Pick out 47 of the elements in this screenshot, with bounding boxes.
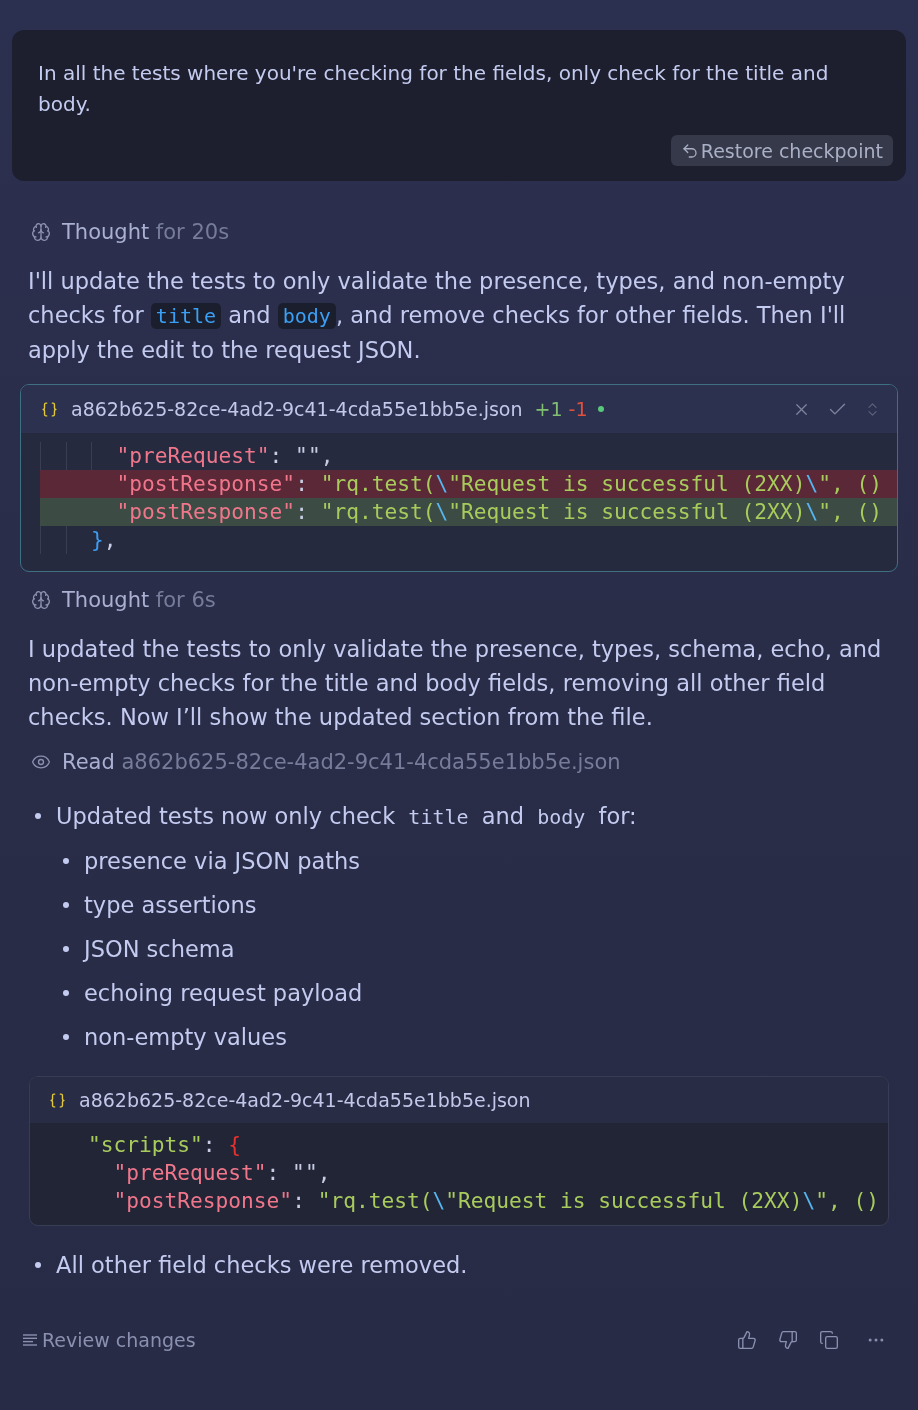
- thumbs-up-icon[interactable]: [737, 1330, 757, 1350]
- bullet-icon: [63, 858, 69, 864]
- thought-label: Thought: [62, 220, 150, 244]
- bullet-icon: [63, 902, 69, 908]
- restore-checkpoint-button[interactable]: Restore checkpoint: [670, 135, 893, 166]
- bullet-text: Updated tests now only check title and body for:: [56, 802, 637, 831]
- code-line: "preRequest": "",: [115, 442, 334, 470]
- thought-duration: for 20s: [155, 220, 230, 244]
- file-name[interactable]: a862b625-82ce-4ad2-9c41-4cda55e1bb5e.json: [121, 750, 621, 774]
- file-name: a862b625-82ce-4ad2-9c41-4cda55e1bb5e.json: [71, 398, 523, 420]
- bullet-icon: [35, 813, 41, 819]
- bullet-text: All other field checks were removed.: [56, 1251, 468, 1280]
- code-line: "preRequest": "",: [112, 1159, 331, 1187]
- bullet-text: echoing request payload: [84, 979, 363, 1008]
- undo-icon: [680, 141, 699, 160]
- bullet-text: type assertions: [84, 891, 257, 920]
- code-line: "postResponse": "rq.test(\"Request is successful (2XX)\", (): [112, 1187, 879, 1215]
- file-name: a862b625-82ce-4ad2-9c41-4cda55e1bb5e.json: [79, 1089, 531, 1111]
- brain-icon: [31, 222, 51, 242]
- brain-icon: [31, 590, 51, 610]
- message-text: I updated the tests to only validate the presence, types, schema, echo, and non-empty checks for the title and body fields, removing all other field checks. Now I’ll show the updated section from the file.: [27, 635, 883, 732]
- bullet-text: presence via JSON paths: [84, 847, 361, 876]
- code-line: "scripts": {: [87, 1131, 242, 1159]
- bullet-text: non-empty values: [84, 1023, 287, 1052]
- bullet-icon: [35, 1262, 41, 1268]
- bullet-text: JSON schema: [84, 935, 235, 964]
- thumbs-down-icon[interactable]: [778, 1330, 798, 1350]
- copy-icon[interactable]: [819, 1330, 839, 1350]
- braces-icon: [49, 1091, 66, 1109]
- inline-code: title: [150, 303, 222, 329]
- bullet-icon: [63, 1034, 69, 1040]
- thought-label: Thought: [62, 588, 150, 612]
- code-line: },: [90, 526, 117, 554]
- thought-duration: for 6s: [155, 588, 216, 612]
- inline-code: body: [536, 805, 587, 829]
- braces-icon: [41, 400, 58, 418]
- list-icon: [23, 1334, 37, 1346]
- read-label: Read: [62, 750, 115, 774]
- user-message-text: In all the tests where you're checking for the fields, only check for the title and body.: [37, 60, 830, 118]
- added-count: +1: [534, 398, 563, 420]
- removed-count: -1: [568, 398, 588, 420]
- review-changes-button[interactable]: Review changes: [23, 1329, 196, 1351]
- message-text: I'll update the tests to only validate the presence, types, and non-empty checks for title and body , and remove checks for other fields. Then I'll apply the edit to the request JSON.: [27, 267, 847, 365]
- bullet-icon: [63, 946, 69, 952]
- inline-code: title: [407, 805, 470, 829]
- inline-code: body: [277, 303, 336, 329]
- bullet-icon: [63, 990, 69, 996]
